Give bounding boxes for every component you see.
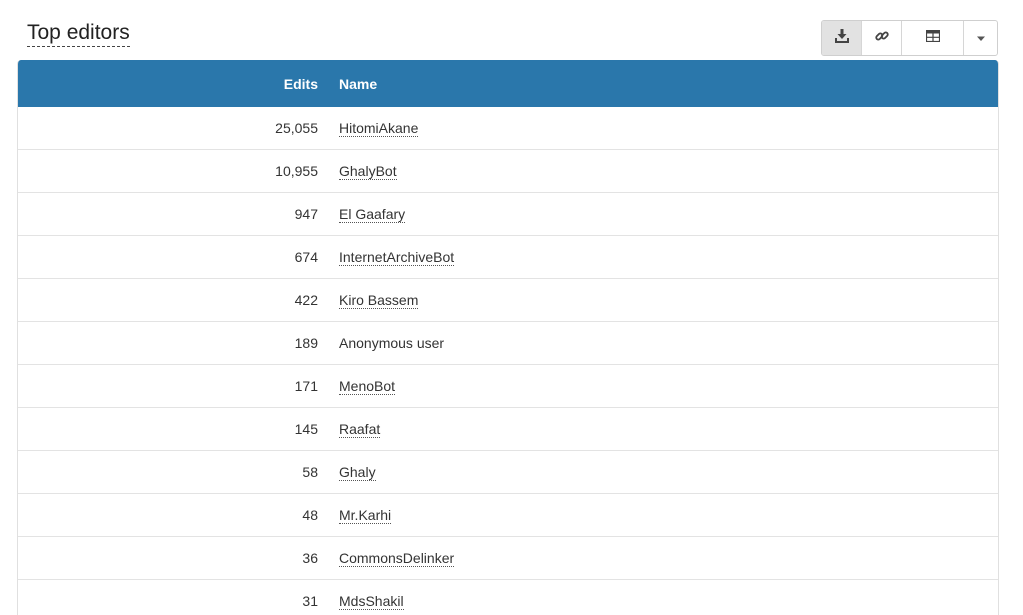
table-row: 947 El Gaafary xyxy=(18,193,998,236)
top-editors-table: Edits Name 25,055 HitomiAkane 10,955 GhalyB… xyxy=(17,60,999,615)
table-row: 145 Raafat xyxy=(18,408,998,451)
caret-down-icon xyxy=(976,29,986,47)
editor-name-cell: MenoBot xyxy=(318,378,396,395)
editor-name-link[interactable]: InternetArchiveBot xyxy=(339,249,455,266)
table-row: 25,055 HitomiAkane xyxy=(18,107,998,150)
edit-count: 58 xyxy=(302,464,318,480)
table-icon xyxy=(925,29,940,47)
edit-count: 31 xyxy=(302,593,318,609)
editor-name-cell: MdsShakil xyxy=(318,593,404,610)
table-view-button[interactable] xyxy=(902,21,964,55)
editor-name-cell: Anonymous user xyxy=(318,335,444,351)
view-dropdown-button[interactable] xyxy=(964,21,997,55)
page-title[interactable]: Top editors xyxy=(27,20,130,47)
edit-count: 171 xyxy=(294,378,318,394)
editor-name-link[interactable]: Kiro Bassem xyxy=(339,292,419,309)
editor-name-link[interactable]: GhalyBot xyxy=(339,163,397,180)
edit-count: 145 xyxy=(294,421,318,437)
table-row: 36 CommonsDelinker xyxy=(18,537,998,580)
editor-name-link[interactable]: MdsShakil xyxy=(339,593,404,610)
edit-count: 422 xyxy=(294,292,318,308)
permalink-button[interactable] xyxy=(862,21,902,55)
editor-name-link[interactable]: El Gaafary xyxy=(339,206,406,223)
page: Top editors Edits Name 25,055 HitomiAkan… xyxy=(0,0,1023,615)
link-icon xyxy=(874,29,889,48)
table-row: 189 Anonymous user xyxy=(18,322,998,365)
editor-name-link[interactable]: CommonsDelinker xyxy=(339,550,455,567)
editor-name-cell: HitomiAkane xyxy=(318,120,419,137)
download-button[interactable] xyxy=(822,21,862,55)
editor-name-link[interactable]: Ghaly xyxy=(339,464,376,481)
column-header-name[interactable]: Name xyxy=(318,76,377,92)
editor-name-link[interactable]: MenoBot xyxy=(339,378,396,395)
editor-name-cell: GhalyBot xyxy=(318,163,397,180)
table-row: 171 MenoBot xyxy=(18,365,998,408)
editor-name-cell: CommonsDelinker xyxy=(318,550,455,567)
table-row: 58 Ghaly xyxy=(18,451,998,494)
editor-name-cell: El Gaafary xyxy=(318,206,406,223)
table-body: 25,055 HitomiAkane 10,955 GhalyBot 947 El Gaa… xyxy=(18,107,998,615)
table-row: 31 MdsShakil xyxy=(18,580,998,615)
edit-count: 189 xyxy=(294,335,318,351)
editor-name-cell: InternetArchiveBot xyxy=(318,249,455,266)
editor-name-link[interactable]: Raafat xyxy=(339,421,381,438)
table-row: 674 InternetArchiveBot xyxy=(18,236,998,279)
editor-name-cell: Raafat xyxy=(318,421,381,438)
editor-name-cell: Mr.Karhi xyxy=(318,507,392,524)
column-header-edits[interactable]: Edits xyxy=(18,76,318,92)
edit-count: 48 xyxy=(302,507,318,523)
table-header-row: Edits Name xyxy=(18,60,998,107)
edit-count: 674 xyxy=(294,249,318,265)
table-row: 48 Mr.Karhi xyxy=(18,494,998,537)
editor-name-link[interactable]: HitomiAkane xyxy=(339,120,419,137)
edit-count: 947 xyxy=(294,206,318,222)
table-toolbar xyxy=(821,20,998,56)
edit-count: 25,055 xyxy=(275,120,318,136)
table-row: 422 Kiro Bassem xyxy=(18,279,998,322)
editor-name: Anonymous user xyxy=(339,335,445,351)
editor-name-link[interactable]: Mr.Karhi xyxy=(339,507,392,524)
download-icon xyxy=(834,28,849,48)
editor-name-cell: Ghaly xyxy=(318,464,376,481)
edit-count: 36 xyxy=(302,550,318,566)
editor-name-cell: Kiro Bassem xyxy=(318,292,419,309)
table-row: 10,955 GhalyBot xyxy=(18,150,998,193)
edit-count: 10,955 xyxy=(275,163,318,179)
